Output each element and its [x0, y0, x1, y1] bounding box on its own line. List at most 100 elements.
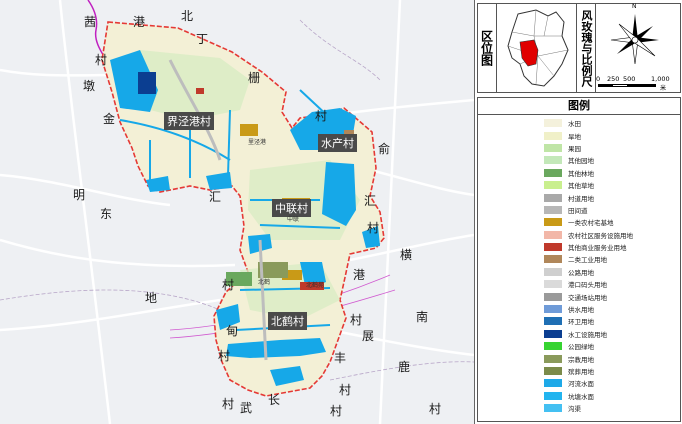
map-label: 武 — [240, 401, 253, 415]
legend-swatch — [544, 354, 562, 363]
legend-label: 宗教用地 — [568, 355, 594, 364]
legend-item: 村道用地 — [478, 191, 680, 203]
legend-label: 沟渠 — [568, 405, 581, 414]
legend-label: 水田 — [568, 120, 581, 129]
legend-swatch — [544, 305, 562, 314]
legend-label: 田间道 — [568, 206, 588, 215]
county-boundary — [87, 0, 106, 59]
legend-item: 坑塘水面 — [478, 390, 680, 402]
legend-label: 环卫用地 — [568, 318, 594, 327]
place-label: 中联 — [287, 216, 300, 223]
legend-item: 田间道 — [478, 204, 680, 216]
legend-swatch — [544, 168, 562, 177]
legend-swatch — [544, 205, 562, 214]
legend-item: 果园 — [478, 142, 680, 154]
legend-swatch — [544, 193, 562, 202]
legend-swatch — [544, 391, 562, 400]
legend-item: 殡葬用地 — [478, 365, 680, 377]
legend-label: 一类农村宅基地 — [568, 219, 614, 228]
legend-panel: 图例 水田 旱地 果园 其他园地 其他林地 其他草地 村道用地 田间道 一类农村宅基地 农村社区服… — [477, 97, 681, 422]
legend-list: 水田 旱地果园其他园地其他林地其他草地村道用地田间道一类农村宅基地农村社区服务设施… — [478, 115, 680, 414]
legend-item: 供水用地 — [478, 303, 680, 315]
map-label: 长 — [268, 393, 281, 407]
map-label: 村 — [218, 349, 231, 363]
legend-label: 水工设施用地 — [568, 330, 607, 339]
map-label: 俞 — [378, 142, 391, 156]
legend-swatch — [544, 342, 562, 351]
map-label: 栅 — [248, 71, 261, 85]
legend-swatch — [544, 292, 562, 301]
legend-label: 河流水面 — [568, 380, 594, 389]
map-label: 南 — [416, 310, 429, 324]
legend-item: 环卫用地 — [478, 315, 680, 327]
location-title: 区位图 — [478, 4, 497, 92]
legend-label: 果园 — [568, 144, 581, 153]
place-label: 北鹤苑 — [306, 282, 325, 289]
legend-label: 供水用地 — [568, 306, 594, 315]
legend-item: 交通场站用地 — [478, 290, 680, 302]
map-label: 展 — [362, 329, 375, 343]
legend-label: 村道用地 — [568, 194, 594, 203]
legend-swatch — [544, 367, 562, 375]
legend-item: 二类工业用地 — [478, 253, 680, 265]
legend-swatch — [544, 119, 562, 128]
legend-label: 农村社区服务设施用地 — [568, 231, 633, 240]
map-label: 鹿 — [398, 360, 411, 374]
location-panel: 区位图 风玫瑰与比例尺 N 0 250 500 1,000 米 — [477, 3, 681, 93]
legend-swatch — [544, 156, 562, 165]
legend-item: 农村社区服务设施用地 — [478, 229, 680, 241]
legend-item: 旱地 — [478, 129, 680, 141]
scale-title: 风玫瑰与比例尺 — [576, 4, 596, 92]
map-label: 村 — [222, 278, 235, 292]
legend-item: 港口码头用地 — [478, 278, 680, 290]
scale-tick: 500 — [623, 75, 636, 83]
legend-item: 其他园地 — [478, 154, 680, 166]
map-label: 港 — [353, 268, 366, 282]
scale-tick: 0 — [596, 75, 601, 83]
place-label: 北鹤 — [258, 279, 271, 286]
legend-label: 二类工业用地 — [568, 256, 607, 265]
map-label: 北 — [181, 9, 194, 23]
legend-swatch — [544, 131, 562, 140]
legend-label: 其他草地 — [568, 182, 594, 191]
scale-tick: 1,000 — [651, 75, 670, 83]
map-label: 明 — [73, 188, 86, 202]
main-map[interactable]: 茜 港 北 丁 村 墩 金 栅 村 俞 明 汇 东 汇 村 横 港 村 地 南 … — [0, 0, 475, 424]
map-label: 汇 — [364, 194, 377, 208]
locator-map — [507, 9, 569, 87]
map-label: 村 — [315, 109, 328, 123]
legend-swatch — [544, 143, 562, 152]
legend-label: 公路用地 — [568, 268, 594, 277]
map-label: 汇 — [209, 190, 222, 204]
scale-unit: 米 — [660, 85, 667, 92]
legend-swatch — [544, 317, 562, 326]
map-label: 茜 — [84, 15, 97, 29]
legend-swatch — [544, 267, 562, 276]
village-label[interactable]: 北鹤村 — [268, 312, 307, 330]
map-label: 甸 — [226, 324, 239, 338]
map-label: 村 — [367, 221, 380, 235]
legend-swatch — [544, 379, 562, 388]
legend-item: 其他草地 — [478, 179, 680, 191]
legend-label: 公园绿地 — [568, 343, 594, 352]
map-label: 东 — [100, 207, 113, 221]
legend-label: 其他林地 — [568, 169, 594, 178]
legend-swatch — [544, 243, 562, 252]
legend-item: 河流水面 — [478, 377, 680, 389]
legend-label: 港口码头用地 — [568, 281, 607, 290]
legend-item: 水工设施用地 — [478, 328, 680, 340]
legend-item: 宗教用地 — [478, 352, 680, 364]
legend-item: 水田 — [478, 117, 680, 129]
map-label: 村 — [222, 397, 235, 411]
village-label[interactable]: 界泾港村 — [164, 112, 214, 130]
legend-swatch — [544, 280, 562, 289]
legend-swatch — [544, 329, 562, 338]
map-label: 村 — [339, 383, 352, 397]
map-label: 村 — [429, 402, 442, 416]
village-label[interactable]: 水产村 — [318, 134, 357, 152]
legend-label: 其他园地 — [568, 157, 594, 166]
legend-swatch — [544, 404, 562, 413]
north-label: N — [632, 3, 637, 10]
legend-swatch — [544, 181, 562, 190]
map-label: 村 — [95, 53, 108, 67]
